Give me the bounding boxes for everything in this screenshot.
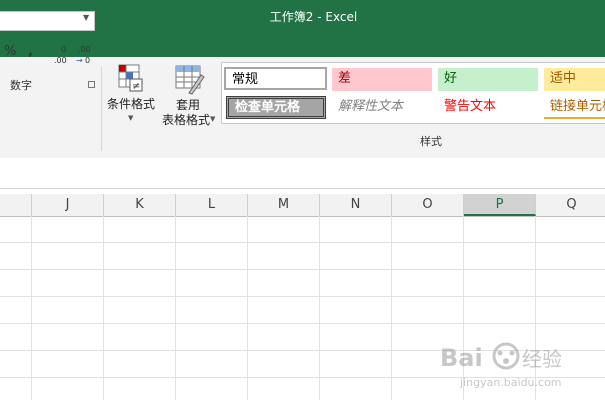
increase-decimal-button[interactable]: ← 0 .00: [51, 41, 73, 69]
gridline: [247, 216, 248, 400]
baidu-watermark-logo: Bai 经验 jingyan.baidu.com: [440, 342, 562, 389]
cell-styles-gallery: 常规 差 好 适中 检查单元格 解释性文本 警告文本 链接单元格: [221, 62, 605, 124]
style-explanatory-text[interactable]: 解释性文本: [332, 96, 432, 119]
svg-text:.00: .00: [78, 45, 91, 54]
gridline: [0, 242, 605, 243]
column-header-k[interactable]: K: [104, 194, 176, 216]
group-separator: [101, 67, 102, 151]
svg-text:0: 0: [61, 45, 66, 54]
number-group-label: 数字: [10, 79, 32, 92]
chevron-down-icon: ▼: [210, 115, 216, 123]
conditional-formatting-icon: ≠: [118, 64, 143, 92]
column-header-row: J K L M N O P Q: [0, 194, 605, 217]
column-header-j[interactable]: J: [32, 194, 104, 216]
number-format-dropdown[interactable]: [0, 11, 95, 31]
decrease-decimal-button[interactable]: .00 → 0: [75, 41, 97, 69]
column-header-q[interactable]: Q: [536, 194, 605, 216]
style-bad[interactable]: 差: [332, 68, 432, 91]
column-header-p[interactable]: P: [464, 194, 536, 216]
gridline: [31, 216, 32, 400]
column-header-m[interactable]: M: [248, 194, 320, 216]
column-header-n[interactable]: N: [320, 194, 392, 216]
gridline: [391, 216, 392, 400]
format-as-table-label-line2: 表格格式: [161, 113, 210, 127]
style-good[interactable]: 好: [438, 68, 538, 91]
gridline: [0, 296, 605, 297]
svg-text:0: 0: [85, 56, 90, 65]
svg-text:经验: 经验: [522, 347, 562, 371]
format-as-table-button[interactable]: 套用 表格格式 ▼: [158, 62, 218, 128]
comma-style-button[interactable]: ,: [28, 44, 33, 59]
style-check-cell[interactable]: 检查单元格: [226, 96, 326, 119]
svg-text:→: →: [76, 56, 83, 65]
svg-text:←: ←: [52, 45, 59, 54]
conditional-formatting-label: 条件格式: [106, 97, 155, 111]
svg-text:Bai: Bai: [440, 344, 483, 372]
column-header-l[interactable]: L: [176, 194, 248, 216]
styles-group-label: 样式: [420, 135, 442, 148]
gridline: [0, 323, 605, 324]
style-normal[interactable]: 常规: [224, 67, 327, 90]
gridline: [103, 216, 104, 400]
svg-text:≠: ≠: [132, 81, 140, 92]
increase-decimal-icon: ← 0 .00: [52, 45, 67, 65]
svg-text:.00: .00: [54, 56, 67, 65]
column-header-partial[interactable]: [0, 194, 32, 216]
column-header-o[interactable]: O: [392, 194, 464, 216]
format-as-table-icon: [175, 65, 205, 95]
decrease-decimal-icon: .00 → 0: [76, 45, 91, 65]
gridline: [175, 216, 176, 400]
gridline: [319, 216, 320, 400]
style-warning-text[interactable]: 警告文本: [438, 96, 538, 119]
svg-text:jingyan.baidu.com: jingyan.baidu.com: [459, 376, 562, 389]
style-linked-cell[interactable]: 链接单元格: [544, 96, 605, 119]
percent-style-button[interactable]: %: [4, 44, 16, 59]
chevron-down-icon[interactable]: ▼: [83, 13, 89, 22]
style-neutral[interactable]: 适中: [544, 68, 605, 91]
chevron-down-icon: ▼: [128, 114, 134, 122]
conditional-formatting-button[interactable]: ≠ 条件格式 ▼: [104, 62, 158, 128]
dialog-launcher-icon[interactable]: [88, 81, 95, 88]
formula-bar[interactable]: [0, 158, 605, 189]
gridline: [0, 269, 605, 270]
